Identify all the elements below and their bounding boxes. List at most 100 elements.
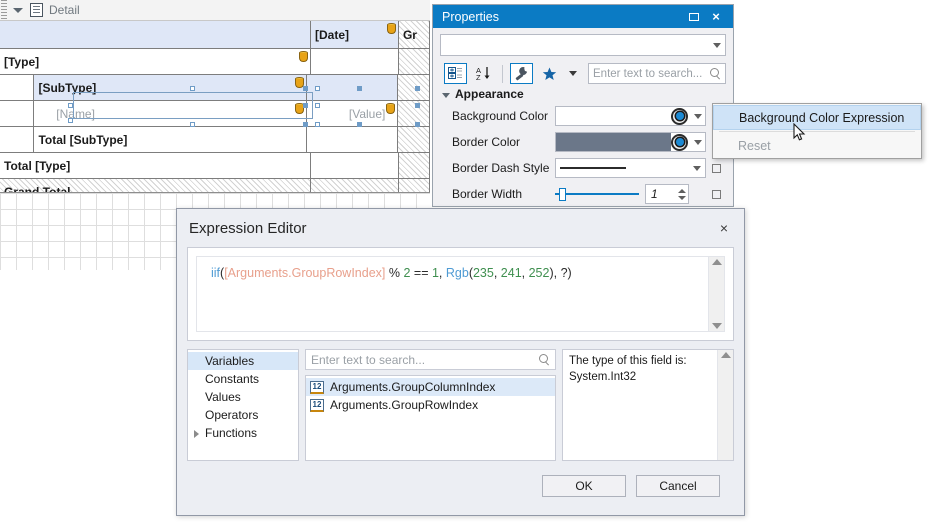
border-dash-style-expression-button[interactable] — [706, 164, 726, 173]
matrix-cell-date[interactable]: [Date] — [311, 21, 399, 48]
property-row-border-color[interactable]: Border Color — [440, 129, 726, 155]
menu-item-reset[interactable]: Reset — [713, 133, 921, 158]
border-color-editor[interactable] — [555, 132, 706, 152]
expression-text[interactable]: iif([Arguments.GroupRowIndex] % 2 == 1, … — [197, 257, 708, 331]
smart-tag-icon[interactable] — [299, 51, 308, 63]
properties-title-bar[interactable]: Properties × — [433, 5, 733, 28]
triangle-right-icon[interactable] — [194, 430, 199, 438]
selection-handle[interactable] — [315, 86, 320, 91]
color-expression-context-menu[interactable]: Background Color Expression Reset — [712, 103, 922, 159]
categorized-view-icon[interactable] — [444, 63, 467, 84]
selection-handle[interactable] — [190, 122, 195, 127]
selection-handle[interactable] — [315, 122, 320, 127]
color-picker-icon[interactable] — [671, 134, 688, 151]
border-width-expression-button[interactable] — [706, 190, 726, 199]
matrix-cell-name[interactable]: [Name] — [34, 101, 307, 126]
object-selector-combo[interactable] — [440, 34, 726, 56]
selection-handle[interactable] — [303, 86, 308, 91]
ok-button[interactable]: OK — [542, 475, 626, 497]
menu-item-background-color-expression[interactable]: Background Color Expression — [713, 105, 921, 130]
table-row[interactable]: Total [SubType] — [0, 127, 430, 153]
selection-handle[interactable] — [415, 103, 420, 108]
matrix-cell-subtype[interactable]: [SubType] — [34, 75, 307, 100]
chevron-down-icon[interactable] — [566, 63, 579, 84]
appearance-category-header[interactable]: Appearance — [442, 87, 726, 101]
matrix-cell-indent[interactable] — [0, 75, 34, 100]
property-row-background-color[interactable]: Background Color — [440, 103, 726, 129]
background-color-editor[interactable] — [555, 106, 706, 126]
matrix-cell-date[interactable] — [311, 153, 399, 178]
chevron-down-icon[interactable] — [693, 166, 701, 171]
matrix-cell-corner[interactable] — [0, 21, 311, 48]
triangle-down-icon[interactable] — [13, 5, 24, 16]
selection-handle[interactable] — [68, 103, 73, 108]
category-item-constants[interactable]: Constants — [188, 370, 298, 388]
table-row[interactable]: [Type] — [0, 49, 430, 75]
category-item-values[interactable]: Values — [188, 388, 298, 406]
close-icon[interactable]: × — [705, 7, 727, 27]
border-dash-style-editor[interactable] — [555, 158, 706, 178]
expression-search-input[interactable]: Enter text to search... — [305, 349, 556, 370]
matrix-cell-total-type[interactable]: Total [Type] — [0, 153, 311, 178]
expression-item-list[interactable]: 12 Arguments.GroupColumnIndex 12 Argumen… — [305, 375, 556, 461]
sort-alphabetical-icon[interactable]: A Z — [472, 63, 495, 84]
matrix-cell-grand[interactable] — [399, 49, 430, 74]
property-row-border-width[interactable]: Border Width 1 — [440, 181, 726, 207]
matrix-cell-grand[interactable] — [398, 127, 430, 152]
selection-handle[interactable] — [190, 86, 195, 91]
matrix-cell-type[interactable]: [Type] — [0, 49, 311, 74]
selection-handle[interactable] — [303, 122, 308, 127]
band-drag-grip[interactable] — [1, 0, 7, 21]
matrix-cell-indent[interactable] — [0, 127, 34, 152]
border-width-stepper[interactable]: 1 — [645, 184, 689, 204]
stepper-up-icon[interactable] — [678, 189, 686, 193]
selection-handle[interactable] — [415, 86, 420, 91]
report-matrix[interactable]: [Date] Gr [Type] [SubTy — [0, 21, 430, 205]
list-item[interactable]: 12 Arguments.GroupColumnIndex — [306, 378, 555, 396]
restore-button[interactable] — [683, 7, 705, 27]
stepper-down-icon[interactable] — [678, 196, 686, 200]
selection-handle[interactable] — [68, 118, 73, 123]
scroll-up-icon[interactable] — [721, 352, 731, 358]
search-icon[interactable] — [539, 354, 550, 365]
color-picker-icon[interactable] — [671, 108, 688, 125]
description-scrollbar[interactable] — [717, 350, 733, 460]
matrix-cell-total-subtype[interactable]: Total [SubType] — [34, 127, 307, 152]
category-item-operators[interactable]: Operators — [188, 406, 298, 424]
expression-editor-title-bar[interactable]: Expression Editor × — [177, 209, 744, 247]
chevron-down-icon[interactable] — [690, 114, 705, 119]
list-item[interactable]: 12 Arguments.GroupRowIndex — [306, 396, 555, 414]
selection-handle[interactable] — [357, 86, 362, 91]
matrix-cell-date[interactable] — [307, 127, 398, 152]
category-item-functions[interactable]: Functions — [188, 424, 298, 442]
expression-input-frame[interactable]: iif([Arguments.GroupRowIndex] % 2 == 1, … — [187, 247, 734, 341]
selection-handle[interactable] — [303, 103, 308, 108]
slider-thumb[interactable] — [559, 188, 566, 201]
category-item-variables[interactable]: Variables — [188, 352, 298, 370]
matrix-cell-value[interactable]: [Value] — [307, 101, 398, 126]
cancel-button[interactable]: Cancel — [636, 475, 720, 497]
table-row[interactable]: [SubType] — [0, 75, 430, 101]
properties-toolbar[interactable]: A Z — [444, 63, 726, 84]
matrix-cell-grand[interactable]: Gr — [399, 21, 430, 48]
table-row[interactable]: [Date] Gr — [0, 21, 430, 49]
matrix-cell-indent[interactable] — [0, 101, 34, 126]
matrix-cell-date[interactable] — [307, 75, 398, 100]
expression-scrollbar[interactable] — [708, 257, 724, 331]
matrix-cell-grand[interactable] — [399, 153, 430, 178]
chevron-down-icon[interactable] — [713, 43, 721, 48]
smart-tag-icon[interactable] — [386, 103, 395, 115]
selection-handle[interactable] — [357, 122, 362, 127]
scroll-down-icon[interactable] — [712, 323, 722, 329]
triangle-down-icon[interactable] — [442, 93, 450, 98]
detail-band-header[interactable]: Detail — [0, 0, 430, 21]
table-row[interactable]: Total [Type] — [0, 153, 430, 179]
table-row[interactable]: [Name] [Value] — [0, 101, 430, 127]
property-row-border-dash-style[interactable]: Border Dash Style — [440, 155, 726, 181]
smart-tag-icon[interactable] — [387, 23, 396, 35]
selection-handle[interactable] — [415, 122, 420, 127]
close-icon[interactable]: × — [714, 220, 734, 236]
border-width-slider[interactable] — [555, 187, 639, 201]
star-icon[interactable] — [538, 63, 561, 84]
selection-handle[interactable] — [315, 103, 320, 108]
